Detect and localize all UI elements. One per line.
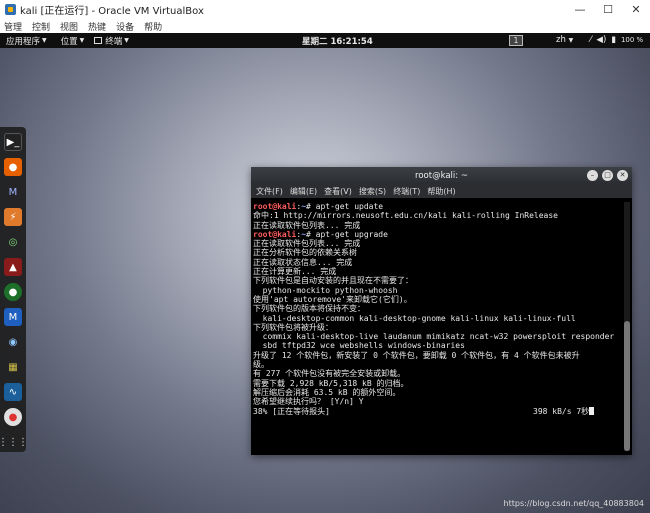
terminal-scrollbar[interactable]	[624, 202, 630, 451]
command-text: apt-get update	[315, 202, 384, 211]
chevron-down-icon: ▼	[568, 37, 574, 44]
menu-help[interactable]: 帮助	[144, 20, 162, 33]
applications-menu[interactable]: 应用程序 ▼	[6, 35, 47, 47]
gnome-topbar: 应用程序 ▼ 位置 ▼ 终端 ▼ 星期二 16:21:54 1 zh ▼ ⁄ ◀) ▮…	[0, 33, 650, 48]
download-progress: 38% [正在等待报头]	[253, 406, 330, 416]
terminal-app-label: 终端	[105, 36, 123, 47]
terminal-line: 正在分析软件包的依赖关系树	[253, 248, 357, 258]
terminal-line: 下列软件包的版本将保持不变：	[253, 304, 365, 314]
terminal-line: root@kali:~# apt-get upgrade	[253, 230, 620, 239]
terminal-line: 正在读取软件包列表... 完成	[253, 220, 361, 230]
dock: ▶_ ● M ⚡ ◎ ▲ ● M ◉ ▦ ∿ ● ⋮⋮⋮	[0, 127, 28, 452]
eye-icon[interactable]: ◉	[4, 333, 22, 351]
guest-desktop: 应用程序 ▼ 位置 ▼ 终端 ▼ 星期二 16:21:54 1 zh ▼ ⁄ ◀) ▮…	[0, 33, 650, 513]
chromium-icon[interactable]: ●	[4, 408, 22, 426]
cherrytree-icon[interactable]: ▦	[4, 358, 22, 376]
terminal-line: 级。	[253, 360, 269, 370]
vbox-menubar: 管理 控制 视图 热键 设备 帮助	[0, 19, 650, 33]
firefox-icon[interactable]: ●	[4, 158, 22, 176]
download-rate: 398 kB/s 7秒	[533, 406, 590, 416]
mic-off-icon: ⁄	[590, 35, 592, 45]
terminal-menu-edit[interactable]: 编辑(E)	[290, 186, 317, 197]
terminal-titlebar[interactable]: root@kali: ~ – □ ✕	[251, 167, 632, 184]
minimize-button[interactable]: —	[566, 0, 594, 19]
scrollbar-thumb[interactable]	[624, 321, 630, 451]
terminal-line: 正在读取状态信息... 完成	[253, 257, 353, 267]
terminal-line: 您希望继续执行吗？ [Y/n] Y	[253, 397, 364, 407]
workspace-indicator[interactable]: 1	[509, 35, 523, 46]
prompt-hash: #	[306, 229, 316, 239]
terminal-line: root@kali:~# apt-get update	[253, 202, 620, 211]
terminal-close-button[interactable]: ✕	[617, 170, 628, 181]
places-menu[interactable]: 位置 ▼	[61, 35, 85, 47]
terminal-line: python-mockito python-whoosh	[253, 285, 398, 295]
menu-devices[interactable]: 设备	[116, 20, 134, 33]
terminal-line: sbd tftpd32 wce webshells windows-binari…	[253, 341, 465, 351]
menu-manage[interactable]: 管理	[4, 20, 22, 33]
armitage-icon[interactable]: ▲	[4, 258, 22, 276]
metasploit-icon[interactable]: M	[4, 183, 22, 201]
places-label: 位置	[60, 36, 78, 47]
download-rate-group: 398 kB/s 7秒	[533, 406, 595, 416]
terminal-line: 下列软件包将被升级：	[253, 322, 333, 332]
system-tray[interactable]: ⁄ ◀) ▮ 100 %	[590, 35, 648, 45]
input-language[interactable]: zh ▼	[556, 35, 573, 45]
terminal-minimize-button[interactable]: –	[587, 170, 598, 181]
close-button[interactable]: ✕	[622, 0, 650, 19]
terminal-menu-help[interactable]: 帮助(H)	[427, 186, 455, 197]
terminal-title: root@kali: ~	[415, 170, 468, 181]
watermark: https://blog.csdn.net/qq_40883804	[503, 499, 644, 508]
terminal-menu-view[interactable]: 查看(V)	[324, 186, 352, 197]
maltego-m-icon[interactable]: M	[4, 308, 22, 326]
virtualbox-icon	[5, 4, 16, 15]
faraday-icon[interactable]: ●	[4, 283, 22, 301]
terminal-line: 解压缩后会消耗 63.5 kB 的额外空间。	[253, 387, 401, 397]
window-title: kali [正在运行] - Oracle VM VirtualBox	[20, 6, 204, 17]
terminal-line: 使用'apt autoremove'来卸载它(它们)。	[253, 294, 412, 304]
terminal-line: commix kali-desktop-live laudanum mimika…	[253, 332, 615, 342]
terminal-line: 正在计算更新... 完成	[253, 267, 337, 277]
input-language-label: zh	[556, 35, 566, 45]
menu-control[interactable]: 控制	[32, 20, 50, 33]
terminal-output[interactable]: root@kali:~# apt-get update 命中:1 http://…	[251, 198, 632, 455]
chevron-down-icon: ▼	[124, 37, 129, 44]
terminal-menubar: 文件(F) 编辑(E) 查看(V) 搜索(S) 终端(T) 帮助(H)	[251, 184, 632, 198]
command-text: apt-get upgrade	[315, 229, 388, 239]
battery-icon: ▮	[611, 35, 616, 45]
menu-hotkeys[interactable]: 热键	[88, 20, 106, 33]
maximize-button[interactable]: ☐	[594, 0, 622, 19]
terminal-icon[interactable]: ▶_	[4, 133, 22, 151]
window-controls: — ☐ ✕	[566, 0, 650, 19]
clock[interactable]: 星期二 16:21:54	[302, 35, 373, 47]
menu-view[interactable]: 视图	[60, 20, 78, 33]
terminal-line: 下列软件包是自动安装的并且现在不需要了：	[253, 276, 413, 286]
volume-icon: ◀)	[596, 35, 607, 45]
app-grid-icon[interactable]: ⋮⋮⋮	[0, 433, 28, 451]
chevron-down-icon: ▼	[42, 37, 47, 44]
terminal-icon	[94, 37, 103, 44]
terminal-maximize-button[interactable]: □	[602, 170, 613, 181]
terminal-line: 升级了 12 个软件包，新安装了 0 个软件包，要卸载 0 个软件包，有 4 个…	[253, 350, 580, 360]
prompt-user: root@kali	[253, 202, 297, 211]
prompt-hash: #	[306, 202, 316, 211]
terminal-menu-search[interactable]: 搜索(S)	[359, 186, 386, 197]
applications-label: 应用程序	[6, 36, 41, 47]
prompt-user: root@kali	[253, 229, 297, 239]
text-cursor	[589, 406, 595, 415]
burpsuite-icon[interactable]: ⚡	[4, 208, 22, 226]
terminal-menu-terminal[interactable]: 终端(T)	[393, 186, 420, 197]
battery-level: 100 %	[620, 36, 644, 44]
terminal-line: 有 277 个软件包没有被完全安装或卸载。	[253, 369, 406, 379]
terminal-menu-file[interactable]: 文件(F)	[256, 186, 283, 197]
terminal-app-menu[interactable]: 终端 ▼	[84, 35, 129, 47]
terminal-window[interactable]: root@kali: ~ – □ ✕ 文件(F) 编辑(E) 查看(V) 搜索(…	[251, 167, 632, 455]
terminal-progress-line: 38% [正在等待报头] 398 kB/s 7秒	[253, 406, 620, 416]
wireshark-icon[interactable]: ∿	[4, 383, 22, 401]
maltego-icon[interactable]: ◎	[4, 233, 22, 251]
terminal-line: kali-desktop-common kali-desktop-gnome k…	[253, 313, 576, 323]
terminal-line: 需要下载 2,928 kB/5,318 kB 的归档。	[253, 378, 409, 388]
window-titlebar: kali [正在运行] - Oracle VM VirtualBox — ☐ ✕	[0, 0, 650, 19]
terminal-line: 命中:1 http://mirrors.neusoft.edu.cn/kali …	[253, 211, 558, 221]
terminal-window-controls: – □ ✕	[583, 170, 628, 181]
